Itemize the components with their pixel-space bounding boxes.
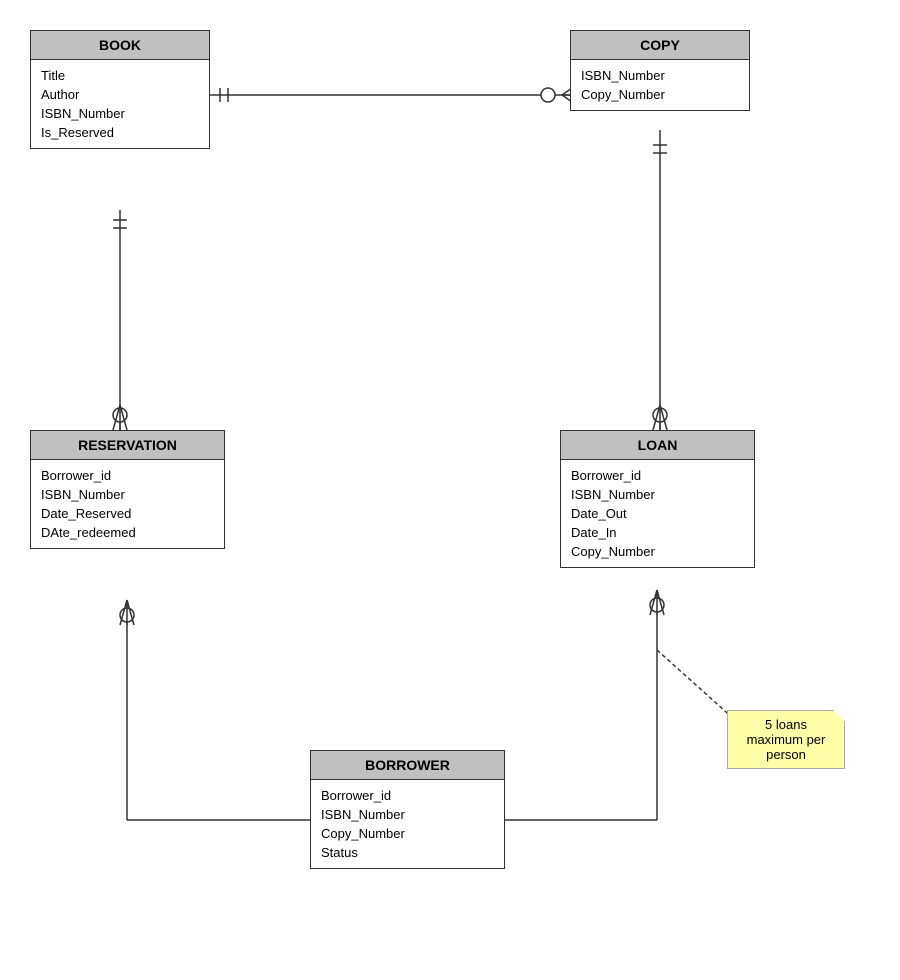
- loan-body: Borrower_id ISBN_Number Date_Out Date_In…: [561, 460, 754, 567]
- copy-entity: COPY ISBN_Number Copy_Number: [570, 30, 750, 111]
- loans-note: 5 loans maximum per person: [727, 710, 845, 769]
- loan-entity: LOAN Borrower_id ISBN_Number Date_Out Da…: [560, 430, 755, 568]
- book-header: BOOK: [31, 31, 209, 60]
- reservation-field-date-redeemed: DAte_redeemed: [41, 523, 214, 542]
- copy-field-number: Copy_Number: [581, 85, 739, 104]
- copy-body: ISBN_Number Copy_Number: [571, 60, 749, 110]
- book-field-reserved: Is_Reserved: [41, 123, 199, 142]
- borrower-field-copy-number: Copy_Number: [321, 824, 494, 843]
- loan-header: LOAN: [561, 431, 754, 460]
- book-body: Title Author ISBN_Number Is_Reserved: [31, 60, 209, 148]
- book-field-title: Title: [41, 66, 199, 85]
- er-diagram: BOOK Title Author ISBN_Number Is_Reserve…: [0, 0, 900, 980]
- loan-field-borrower-id: Borrower_id: [571, 466, 744, 485]
- borrower-header: BORROWER: [311, 751, 504, 780]
- reservation-header: RESERVATION: [31, 431, 224, 460]
- loan-field-copy-number: Copy_Number: [571, 542, 744, 561]
- reservation-body: Borrower_id ISBN_Number Date_Reserved DA…: [31, 460, 224, 548]
- borrower-body: Borrower_id ISBN_Number Copy_Number Stat…: [311, 780, 504, 868]
- borrower-field-status: Status: [321, 843, 494, 862]
- borrower-field-isbn: ISBN_Number: [321, 805, 494, 824]
- reservation-entity: RESERVATION Borrower_id ISBN_Number Date…: [30, 430, 225, 549]
- book-field-isbn: ISBN_Number: [41, 104, 199, 123]
- loan-field-date-out: Date_Out: [571, 504, 744, 523]
- reservation-field-date-reserved: Date_Reserved: [41, 504, 214, 523]
- borrower-field-id: Borrower_id: [321, 786, 494, 805]
- loan-field-date-in: Date_In: [571, 523, 744, 542]
- reservation-field-borrower-id: Borrower_id: [41, 466, 214, 485]
- copy-field-isbn: ISBN_Number: [581, 66, 739, 85]
- copy-header: COPY: [571, 31, 749, 60]
- reservation-field-isbn: ISBN_Number: [41, 485, 214, 504]
- borrower-entity: BORROWER Borrower_id ISBN_Number Copy_Nu…: [310, 750, 505, 869]
- book-entity: BOOK Title Author ISBN_Number Is_Reserve…: [30, 30, 210, 149]
- loan-field-isbn: ISBN_Number: [571, 485, 744, 504]
- book-field-author: Author: [41, 85, 199, 104]
